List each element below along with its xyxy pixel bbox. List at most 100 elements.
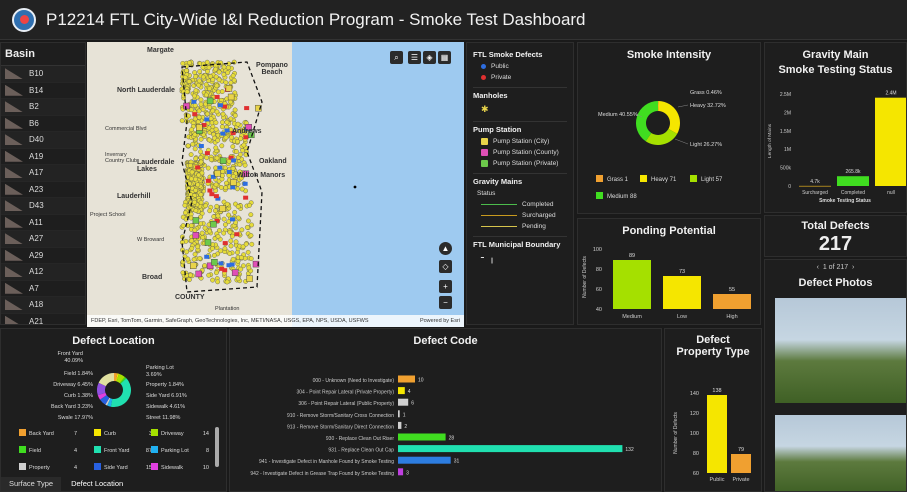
manhole-marker[interactable] <box>239 186 245 192</box>
manhole-marker[interactable] <box>218 185 224 190</box>
manhole-marker[interactable] <box>198 136 204 142</box>
manhole-marker[interactable] <box>228 99 233 105</box>
defect-marker[interactable] <box>234 232 240 237</box>
pump-station-marker[interactable] <box>230 179 237 186</box>
bar-low[interactable] <box>663 276 701 309</box>
manhole-marker[interactable] <box>186 60 192 66</box>
manhole-marker[interactable] <box>208 157 214 163</box>
manhole-marker[interactable] <box>213 208 218 214</box>
manhole-marker[interactable] <box>195 244 201 250</box>
pump-station-marker[interactable] <box>211 258 218 266</box>
basin-item-a12[interactable]: A12 <box>1 264 85 281</box>
manhole-marker[interactable] <box>193 88 199 93</box>
manhole-marker[interactable] <box>243 241 249 247</box>
manhole-marker[interactable] <box>229 233 235 239</box>
defect-marker[interactable] <box>204 151 210 156</box>
manhole-marker[interactable] <box>200 74 206 80</box>
manhole-marker[interactable] <box>202 225 208 231</box>
pump-station-marker[interactable] <box>204 239 212 246</box>
bar-public[interactable] <box>707 395 727 473</box>
manhole-marker[interactable] <box>197 69 203 74</box>
manhole-marker[interactable] <box>208 116 214 121</box>
manhole-marker[interactable] <box>214 203 220 209</box>
defect-marker[interactable] <box>243 195 249 200</box>
slice-light[interactable] <box>645 128 678 145</box>
basin-item-a7[interactable]: A7 <box>1 281 85 297</box>
manhole-marker[interactable] <box>214 155 220 161</box>
manhole-marker[interactable] <box>221 64 227 70</box>
manhole-marker[interactable] <box>198 159 204 165</box>
manhole-marker[interactable] <box>191 257 197 262</box>
manhole-marker[interactable] <box>213 120 219 126</box>
manhole-marker[interactable] <box>223 135 229 141</box>
manhole-marker[interactable] <box>192 93 197 99</box>
pump-station-marker[interactable] <box>227 93 235 101</box>
manhole-marker[interactable] <box>231 77 237 83</box>
bar-completed[interactable] <box>837 176 869 186</box>
manhole-marker[interactable] <box>232 113 238 119</box>
basin-item-a21[interactable]: A21 <box>1 314 85 324</box>
manhole-marker[interactable] <box>198 97 204 103</box>
defect-marker[interactable] <box>214 94 220 99</box>
manhole-marker[interactable] <box>216 77 222 83</box>
pump-station-marker[interactable] <box>183 102 190 110</box>
manhole-marker[interactable] <box>239 227 245 233</box>
manhole-marker[interactable] <box>203 82 209 88</box>
bar-000[interactable] <box>398 375 415 383</box>
bar-null[interactable] <box>875 97 907 186</box>
manhole-marker[interactable] <box>207 86 213 92</box>
manhole-marker[interactable] <box>206 137 212 143</box>
defect-marker[interactable] <box>244 106 250 111</box>
manhole-marker[interactable] <box>198 101 204 107</box>
defect-marker[interactable] <box>222 268 228 273</box>
manhole-marker[interactable] <box>180 259 186 265</box>
bar-medium[interactable] <box>613 260 651 309</box>
manhole-marker[interactable] <box>232 209 238 215</box>
manhole-marker[interactable] <box>187 277 192 283</box>
map-basemap-button[interactable]: ▦ <box>438 51 451 64</box>
defect-marker[interactable] <box>195 165 201 170</box>
manhole-marker[interactable] <box>207 208 213 214</box>
basin-item-a27[interactable]: A27 <box>1 231 85 248</box>
manhole-marker[interactable] <box>242 162 248 168</box>
manhole-marker[interactable] <box>218 248 224 254</box>
slice-heavy[interactable] <box>658 101 680 134</box>
defect-marker[interactable] <box>191 99 197 104</box>
manhole-marker[interactable] <box>199 230 205 236</box>
manhole-marker[interactable] <box>246 218 251 224</box>
zoom-out-button[interactable]: − <box>439 296 452 309</box>
powered-by-link[interactable]: Powered by Esri <box>420 318 460 324</box>
map-layers-button[interactable]: ◈ <box>423 51 436 64</box>
manhole-marker[interactable] <box>248 233 254 238</box>
manhole-marker[interactable] <box>221 216 227 222</box>
manhole-marker[interactable] <box>214 270 219 276</box>
bar-private[interactable] <box>731 454 751 473</box>
manhole-marker[interactable] <box>188 107 194 113</box>
manhole-marker[interactable] <box>220 111 226 117</box>
defect-marker[interactable] <box>226 170 232 175</box>
pump-station-marker[interactable] <box>210 221 217 228</box>
defect-marker[interactable] <box>217 165 223 170</box>
pump-station-marker[interactable] <box>214 170 221 177</box>
legend-scrollbar[interactable] <box>215 427 219 467</box>
manhole-marker[interactable] <box>228 238 234 244</box>
manhole-marker[interactable] <box>219 89 225 94</box>
bar-high[interactable] <box>713 294 751 309</box>
defect-marker[interactable] <box>231 158 237 163</box>
manhole-marker[interactable] <box>189 176 194 182</box>
manhole-marker[interactable] <box>236 215 241 221</box>
manhole-marker[interactable] <box>210 77 216 83</box>
manhole-marker[interactable] <box>198 200 204 205</box>
manhole-marker[interactable] <box>184 249 190 255</box>
manhole-marker[interactable] <box>192 176 198 182</box>
manhole-marker[interactable] <box>223 80 229 85</box>
defect-marker[interactable] <box>242 181 248 186</box>
manhole-marker[interactable] <box>213 182 219 188</box>
manhole-marker[interactable] <box>198 155 204 161</box>
manhole-marker[interactable] <box>215 137 221 143</box>
manhole-marker[interactable] <box>193 187 198 193</box>
manhole-marker[interactable] <box>235 121 241 127</box>
bar-930[interactable] <box>398 433 446 441</box>
manhole-marker[interactable] <box>213 165 218 171</box>
manhole-marker[interactable] <box>230 144 236 149</box>
